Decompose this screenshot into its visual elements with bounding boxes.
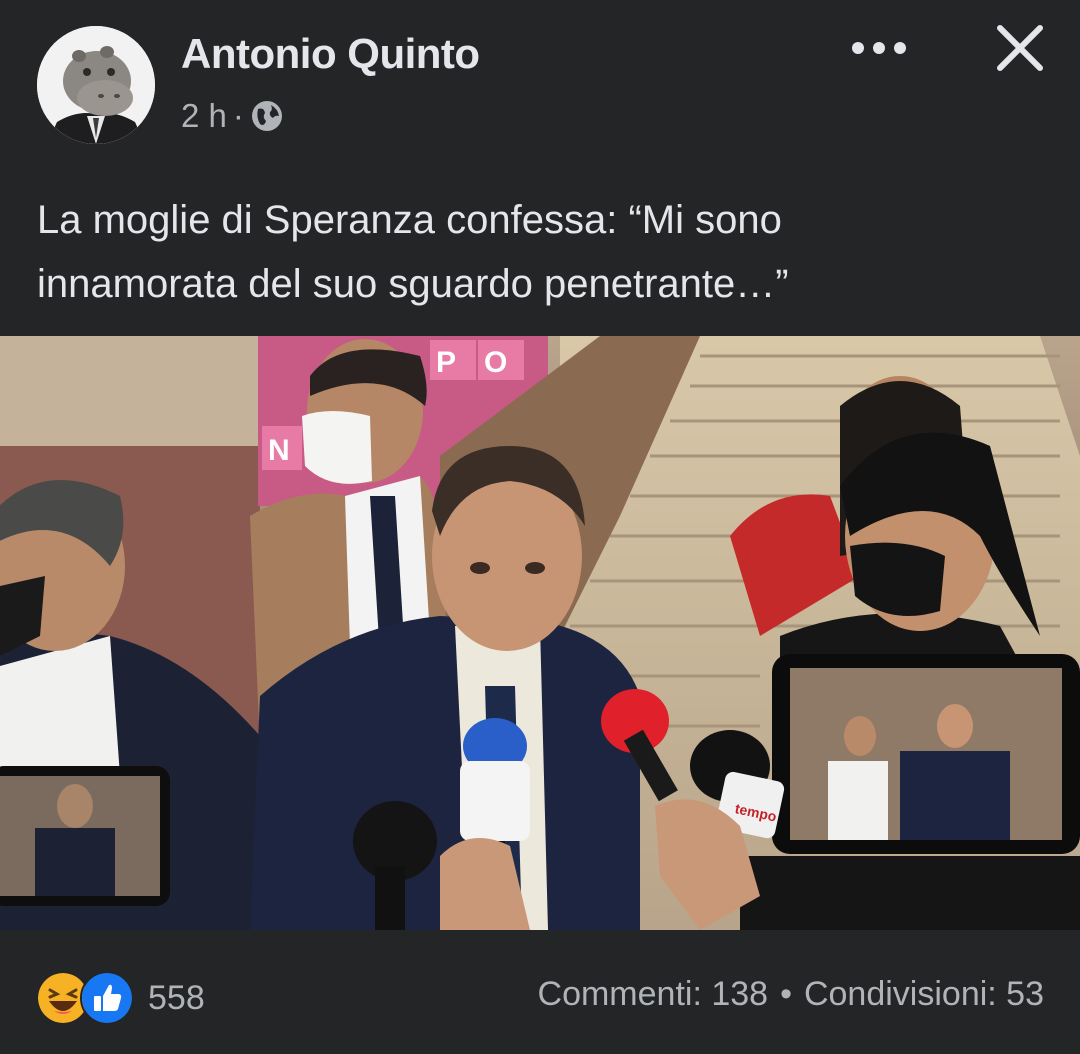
wall-letter-o: O <box>484 346 507 379</box>
close-icon <box>997 25 1043 71</box>
caption-line-2: innamorata del suo sguardo penetrante…” <box>37 262 789 306</box>
post-caption: La moglie di Speranza confessa: “Mi sono… <box>37 188 1037 316</box>
author-name[interactable]: Antonio Quinto <box>181 30 480 78</box>
post-time[interactable]: 2 h <box>181 97 227 135</box>
caption-line-1: La moglie di Speranza confessa: “Mi sono <box>37 198 782 242</box>
meta-separator: · <box>232 97 244 134</box>
shares-count[interactable]: Condivisioni: 53 <box>804 975 1044 1014</box>
globe-icon <box>251 101 282 131</box>
wall-letter-n: N <box>268 434 290 467</box>
post-photo[interactable]: P O N tempo <box>0 336 1080 930</box>
more-options-button[interactable] <box>846 26 912 70</box>
avatar[interactable] <box>37 26 155 144</box>
engagement-stats: Commenti: 138 • Condivisioni: 53 <box>538 975 1044 1014</box>
stats-separator: • <box>780 975 792 1013</box>
more-dots-icon <box>852 42 906 54</box>
press-scene-image: P O N tempo <box>0 336 1080 930</box>
hippo-avatar-icon <box>37 26 155 144</box>
comments-count[interactable]: Commenti: 138 <box>538 975 769 1014</box>
wall-letter-p: P <box>436 346 456 379</box>
post-header: Antonio Quinto 2 h · <box>0 0 1080 160</box>
like-icon <box>80 971 134 1025</box>
post-meta: 2 h · <box>181 96 284 136</box>
reactions-summary[interactable]: 558 <box>36 971 205 1025</box>
reaction-count: 558 <box>148 978 205 1017</box>
close-button[interactable] <box>992 20 1048 76</box>
